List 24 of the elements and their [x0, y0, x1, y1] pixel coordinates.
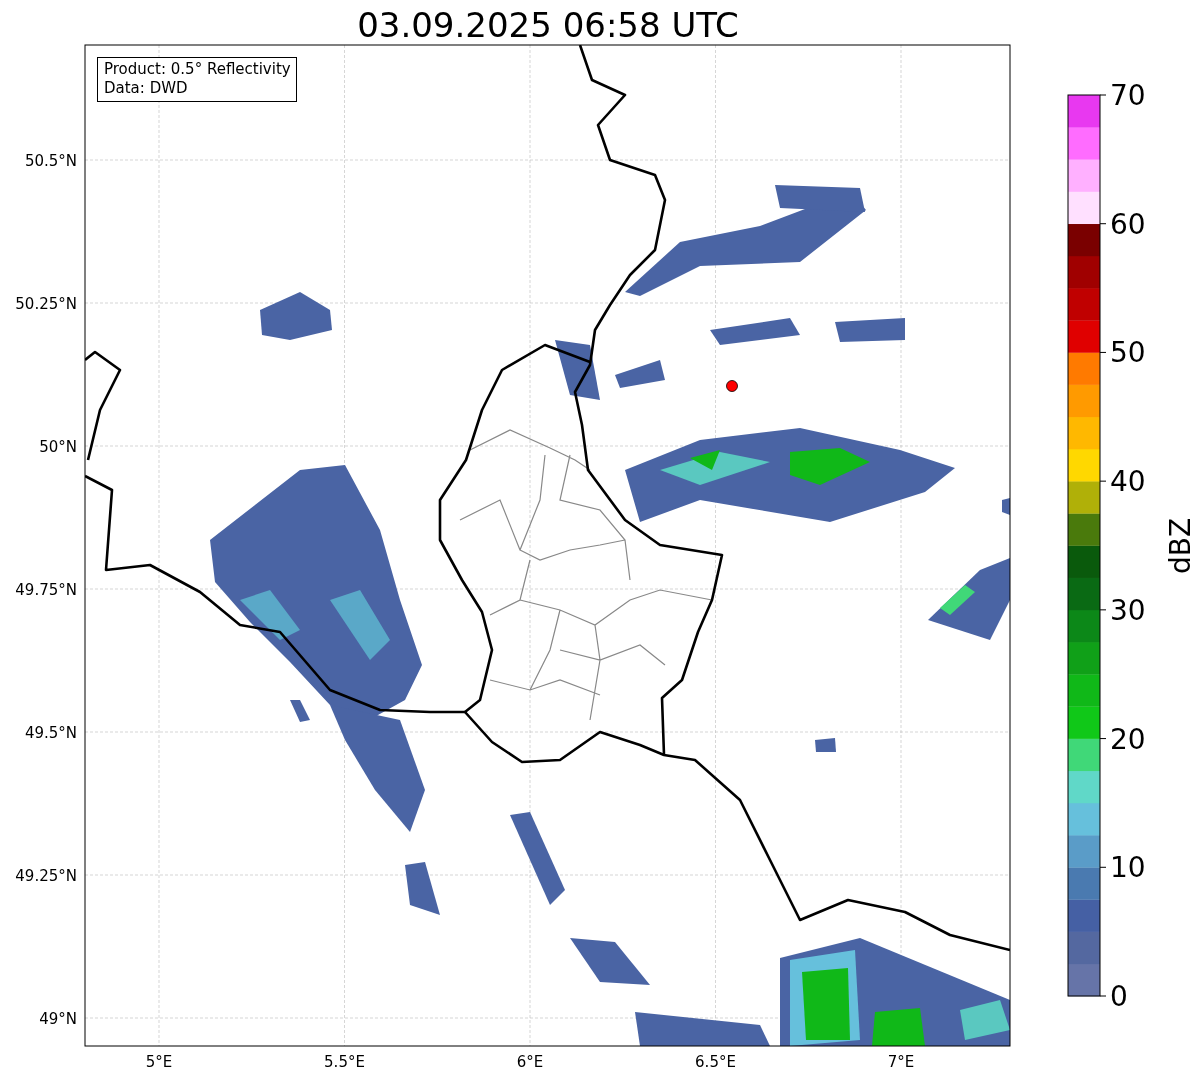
colorbar-label: dBZ [1164, 517, 1197, 575]
info-box: Product: 0.5° Reflectivity Data: DWD [97, 57, 297, 102]
colorbar-tick-label: 20 [1110, 722, 1146, 756]
colorbar-tick-label: 30 [1110, 593, 1146, 627]
colorbar-tick-label: 10 [1110, 851, 1146, 885]
latitude-label: 49.5°N [24, 724, 77, 742]
longitude-label: 7°E [887, 1053, 915, 1071]
longitude-label: 5.5°E [324, 1053, 365, 1071]
colorbar-tick-label: 70 [1110, 79, 1146, 112]
latitude-label: 50.5°N [24, 152, 77, 170]
latitude-label: 49°N [39, 1010, 77, 1028]
chart-title: 03.09.2025 06:58 UTC [357, 5, 739, 45]
latitude-label: 50°N [39, 438, 77, 456]
longitude-label: 6.5°E [695, 1053, 736, 1071]
colorbar-tick-label: 50 [1110, 336, 1146, 370]
latitude-label: 49.75°N [15, 581, 77, 599]
colorbar-tick-label: 60 [1110, 207, 1146, 241]
longitude-label: 6°E [516, 1053, 544, 1071]
longitude-label: 5°E [145, 1053, 173, 1071]
colorbar-tick-label: 40 [1110, 465, 1146, 499]
location-marker [726, 380, 738, 392]
latitude-label: 50.25°N [15, 295, 77, 313]
latitude-label: 49.25°N [15, 867, 77, 885]
colorbar-tick-label: 0 [1110, 980, 1128, 1013]
